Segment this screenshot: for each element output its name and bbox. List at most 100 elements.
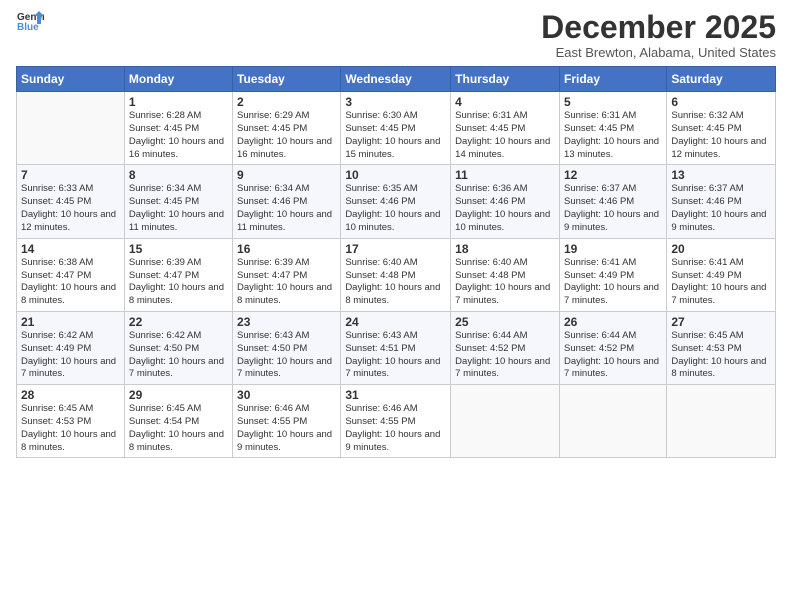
- calendar-cell: 18Sunrise: 6:40 AMSunset: 4:48 PMDayligh…: [451, 238, 560, 311]
- calendar-header-tuesday: Tuesday: [233, 67, 341, 92]
- day-number: 15: [129, 242, 228, 256]
- calendar-week-row: 28Sunrise: 6:45 AMSunset: 4:53 PMDayligh…: [17, 385, 776, 458]
- day-info: Sunrise: 6:32 AMSunset: 4:45 PMDaylight:…: [671, 110, 771, 161]
- day-number: 18: [455, 242, 555, 256]
- calendar-week-row: 7Sunrise: 6:33 AMSunset: 4:45 PMDaylight…: [17, 165, 776, 238]
- day-info: Sunrise: 6:35 AMSunset: 4:46 PMDaylight:…: [345, 183, 446, 234]
- calendar-header-sunday: Sunday: [17, 67, 125, 92]
- calendar-cell: 14Sunrise: 6:38 AMSunset: 4:47 PMDayligh…: [17, 238, 125, 311]
- calendar-cell: [17, 92, 125, 165]
- day-info: Sunrise: 6:39 AMSunset: 4:47 PMDaylight:…: [129, 257, 228, 308]
- day-info: Sunrise: 6:38 AMSunset: 4:47 PMDaylight:…: [21, 257, 120, 308]
- day-number: 7: [21, 168, 120, 182]
- day-number: 14: [21, 242, 120, 256]
- day-number: 31: [345, 388, 446, 402]
- calendar-header-friday: Friday: [559, 67, 666, 92]
- calendar-cell: 30Sunrise: 6:46 AMSunset: 4:55 PMDayligh…: [233, 385, 341, 458]
- calendar-cell: 9Sunrise: 6:34 AMSunset: 4:46 PMDaylight…: [233, 165, 341, 238]
- day-number: 28: [21, 388, 120, 402]
- calendar-cell: 8Sunrise: 6:34 AMSunset: 4:45 PMDaylight…: [124, 165, 232, 238]
- calendar-cell: 1Sunrise: 6:28 AMSunset: 4:45 PMDaylight…: [124, 92, 232, 165]
- calendar-cell: 3Sunrise: 6:30 AMSunset: 4:45 PMDaylight…: [341, 92, 451, 165]
- day-number: 1: [129, 95, 228, 109]
- calendar-cell: 19Sunrise: 6:41 AMSunset: 4:49 PMDayligh…: [559, 238, 666, 311]
- day-number: 4: [455, 95, 555, 109]
- calendar-cell: 20Sunrise: 6:41 AMSunset: 4:49 PMDayligh…: [667, 238, 776, 311]
- day-info: Sunrise: 6:37 AMSunset: 4:46 PMDaylight:…: [564, 183, 662, 234]
- day-info: Sunrise: 6:46 AMSunset: 4:55 PMDaylight:…: [345, 403, 446, 454]
- calendar-cell: 27Sunrise: 6:45 AMSunset: 4:53 PMDayligh…: [667, 311, 776, 384]
- day-number: 22: [129, 315, 228, 329]
- day-info: Sunrise: 6:45 AMSunset: 4:53 PMDaylight:…: [671, 330, 771, 381]
- calendar-header-wednesday: Wednesday: [341, 67, 451, 92]
- day-number: 20: [671, 242, 771, 256]
- calendar-cell: 29Sunrise: 6:45 AMSunset: 4:54 PMDayligh…: [124, 385, 232, 458]
- page-subtitle: East Brewton, Alabama, United States: [541, 45, 776, 60]
- day-number: 9: [237, 168, 336, 182]
- day-info: Sunrise: 6:37 AMSunset: 4:46 PMDaylight:…: [671, 183, 771, 234]
- day-number: 21: [21, 315, 120, 329]
- page-title: December 2025: [541, 10, 776, 45]
- calendar-header-thursday: Thursday: [451, 67, 560, 92]
- day-info: Sunrise: 6:42 AMSunset: 4:50 PMDaylight:…: [129, 330, 228, 381]
- day-info: Sunrise: 6:30 AMSunset: 4:45 PMDaylight:…: [345, 110, 446, 161]
- calendar-cell: 11Sunrise: 6:36 AMSunset: 4:46 PMDayligh…: [451, 165, 560, 238]
- day-number: 11: [455, 168, 555, 182]
- calendar-cell: 7Sunrise: 6:33 AMSunset: 4:45 PMDaylight…: [17, 165, 125, 238]
- day-info: Sunrise: 6:29 AMSunset: 4:45 PMDaylight:…: [237, 110, 336, 161]
- calendar-cell: 22Sunrise: 6:42 AMSunset: 4:50 PMDayligh…: [124, 311, 232, 384]
- day-info: Sunrise: 6:34 AMSunset: 4:45 PMDaylight:…: [129, 183, 228, 234]
- calendar-cell: 5Sunrise: 6:31 AMSunset: 4:45 PMDaylight…: [559, 92, 666, 165]
- day-info: Sunrise: 6:28 AMSunset: 4:45 PMDaylight:…: [129, 110, 228, 161]
- day-info: Sunrise: 6:45 AMSunset: 4:53 PMDaylight:…: [21, 403, 120, 454]
- calendar-cell: 10Sunrise: 6:35 AMSunset: 4:46 PMDayligh…: [341, 165, 451, 238]
- day-number: 25: [455, 315, 555, 329]
- calendar-header-saturday: Saturday: [667, 67, 776, 92]
- calendar-cell: [559, 385, 666, 458]
- day-number: 24: [345, 315, 446, 329]
- day-number: 30: [237, 388, 336, 402]
- day-info: Sunrise: 6:31 AMSunset: 4:45 PMDaylight:…: [564, 110, 662, 161]
- calendar-cell: 17Sunrise: 6:40 AMSunset: 4:48 PMDayligh…: [341, 238, 451, 311]
- day-info: Sunrise: 6:34 AMSunset: 4:46 PMDaylight:…: [237, 183, 336, 234]
- day-info: Sunrise: 6:40 AMSunset: 4:48 PMDaylight:…: [345, 257, 446, 308]
- logo: General Blue: [16, 10, 44, 32]
- calendar-cell: 23Sunrise: 6:43 AMSunset: 4:50 PMDayligh…: [233, 311, 341, 384]
- day-info: Sunrise: 6:45 AMSunset: 4:54 PMDaylight:…: [129, 403, 228, 454]
- day-number: 8: [129, 168, 228, 182]
- logo-svg: General Blue: [16, 10, 44, 32]
- day-number: 26: [564, 315, 662, 329]
- calendar-cell: 13Sunrise: 6:37 AMSunset: 4:46 PMDayligh…: [667, 165, 776, 238]
- title-block: December 2025 East Brewton, Alabama, Uni…: [541, 10, 776, 60]
- day-number: 10: [345, 168, 446, 182]
- day-number: 5: [564, 95, 662, 109]
- calendar-cell: [451, 385, 560, 458]
- day-info: Sunrise: 6:31 AMSunset: 4:45 PMDaylight:…: [455, 110, 555, 161]
- day-number: 27: [671, 315, 771, 329]
- day-info: Sunrise: 6:41 AMSunset: 4:49 PMDaylight:…: [671, 257, 771, 308]
- day-number: 3: [345, 95, 446, 109]
- day-number: 29: [129, 388, 228, 402]
- calendar-cell: [667, 385, 776, 458]
- day-info: Sunrise: 6:43 AMSunset: 4:51 PMDaylight:…: [345, 330, 446, 381]
- day-info: Sunrise: 6:40 AMSunset: 4:48 PMDaylight:…: [455, 257, 555, 308]
- day-info: Sunrise: 6:33 AMSunset: 4:45 PMDaylight:…: [21, 183, 120, 234]
- calendar-week-row: 21Sunrise: 6:42 AMSunset: 4:49 PMDayligh…: [17, 311, 776, 384]
- calendar-cell: 21Sunrise: 6:42 AMSunset: 4:49 PMDayligh…: [17, 311, 125, 384]
- calendar-cell: 2Sunrise: 6:29 AMSunset: 4:45 PMDaylight…: [233, 92, 341, 165]
- day-info: Sunrise: 6:46 AMSunset: 4:55 PMDaylight:…: [237, 403, 336, 454]
- calendar-cell: 16Sunrise: 6:39 AMSunset: 4:47 PMDayligh…: [233, 238, 341, 311]
- calendar-week-row: 14Sunrise: 6:38 AMSunset: 4:47 PMDayligh…: [17, 238, 776, 311]
- day-info: Sunrise: 6:42 AMSunset: 4:49 PMDaylight:…: [21, 330, 120, 381]
- calendar-cell: 31Sunrise: 6:46 AMSunset: 4:55 PMDayligh…: [341, 385, 451, 458]
- svg-text:Blue: Blue: [17, 22, 39, 32]
- calendar-header-row: SundayMondayTuesdayWednesdayThursdayFrid…: [17, 67, 776, 92]
- day-number: 12: [564, 168, 662, 182]
- day-info: Sunrise: 6:39 AMSunset: 4:47 PMDaylight:…: [237, 257, 336, 308]
- calendar-cell: 24Sunrise: 6:43 AMSunset: 4:51 PMDayligh…: [341, 311, 451, 384]
- day-number: 17: [345, 242, 446, 256]
- calendar-cell: 25Sunrise: 6:44 AMSunset: 4:52 PMDayligh…: [451, 311, 560, 384]
- page-header: General Blue December 2025 East Brewton,…: [16, 10, 776, 60]
- day-number: 19: [564, 242, 662, 256]
- calendar-table: SundayMondayTuesdayWednesdayThursdayFrid…: [16, 66, 776, 458]
